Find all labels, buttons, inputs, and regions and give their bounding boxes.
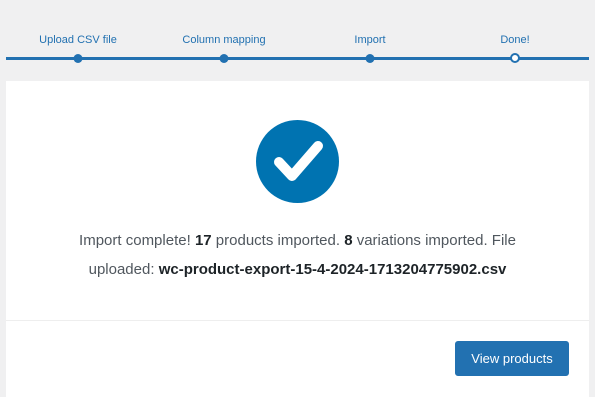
result-prefix: Import complete! — [79, 232, 191, 249]
step-dot-done — [510, 53, 520, 63]
step-dot-column-mapping — [219, 54, 229, 63]
products-text: products imported. — [215, 232, 341, 249]
variations-text: variations imported. File — [356, 232, 516, 249]
import-result-message: Import complete! 17 products imported. 8… — [36, 226, 559, 284]
import-page: Upload CSV file Column mapping Import Do… — [0, 0, 595, 397]
products-count: 17 — [194, 232, 212, 249]
import-steps: Upload CSV file Column mapping Import Do… — [0, 0, 595, 80]
step-label-import: Import — [354, 34, 386, 46]
uploaded-text: uploaded: — [88, 261, 155, 278]
variations-count: 8 — [344, 232, 353, 249]
progress-line — [6, 57, 589, 60]
step-label-upload: Upload CSV file — [39, 34, 117, 46]
divider — [6, 320, 589, 321]
step-dot-import — [365, 54, 375, 63]
view-products-button[interactable]: View products — [455, 341, 569, 376]
step-label-done: Done! — [500, 34, 530, 46]
import-result-card: Import complete! 17 products imported. 8… — [6, 81, 589, 397]
step-dot-upload — [73, 54, 83, 63]
step-label-column-mapping: Column mapping — [182, 34, 266, 46]
checkmark-icon — [256, 120, 339, 203]
uploaded-filename: wc-product-export-15-4-2024-171320477590… — [158, 261, 507, 278]
